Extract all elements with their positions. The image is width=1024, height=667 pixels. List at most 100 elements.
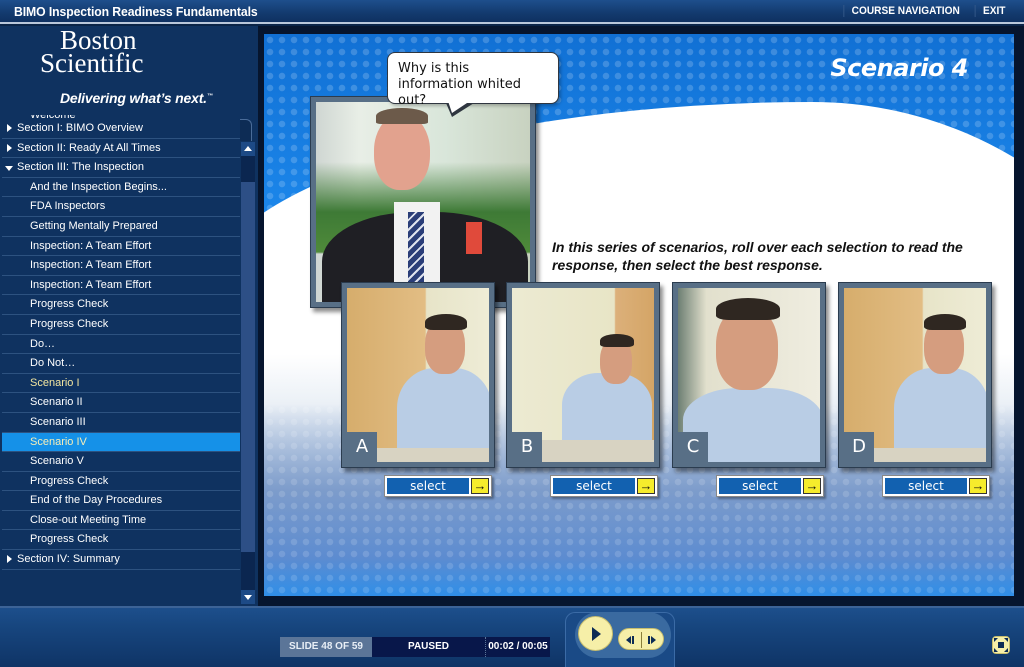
outline-item-label: Scenario I [30,376,80,389]
step-controls [618,628,664,650]
arrow-right-icon: → [969,478,987,494]
inspector-image [316,102,530,302]
slide-title: Scenario 4 [830,54,968,82]
choice-b-photo[interactable]: B [506,282,660,468]
choice-b-image: B [512,288,654,462]
outline-section-item[interactable]: Section II: Ready At All Times [2,139,240,159]
outline-item-label: Progress Check [30,474,109,487]
select-button-a[interactable]: select → [384,475,492,497]
fullscreen-icon[interactable] [992,636,1010,654]
choice-letter: A [347,432,377,462]
outline-item[interactable]: And the Inspection Begins... [2,178,240,198]
outline-item-label: Scenario II [30,396,83,409]
next-slide-icon[interactable] [646,634,660,646]
outline-item-label: Progress Check [30,317,109,330]
outline-item-label: Section III: The Inspection [17,161,144,174]
outline-item-label: Scenario IV [30,435,87,448]
outline-item-label: Section I: BIMO Overview [17,122,143,134]
outline-section-item[interactable]: Section I: BIMO Overview [2,119,240,139]
outline-item[interactable]: Do… [2,335,240,355]
select-button-c[interactable]: select → [716,475,824,497]
choice-c-image: C [678,288,820,462]
speech-bubble-tail [446,101,474,117]
outline-list: Welcome Section I: BIMO OverviewSection … [2,115,240,577]
outline-item[interactable]: End of the Day Procedures [2,491,240,511]
collapsed-arrow-icon[interactable] [7,555,12,564]
select-label: select [553,478,635,494]
collapsed-arrow-icon[interactable] [7,143,12,152]
outline-item[interactable]: Close-out Meeting Time [2,511,240,531]
slide-stage: Scenario 4 Why is this information white… [264,34,1014,596]
outline-item[interactable]: Progress Check [2,295,240,315]
brand-logo: Boston Scientific Delivering what’s next… [0,26,258,118]
expanded-arrow-icon[interactable] [5,166,13,172]
collapsed-arrow-icon[interactable] [7,124,12,132]
outline-item[interactable]: Scenario V [2,452,240,472]
sidebar: Boston Scientific Delivering what’s next… [0,26,258,606]
outline-item-label: Scenario V [30,455,84,468]
arrow-right-icon: → [471,478,489,494]
select-label: select [719,478,801,494]
step-separator [641,632,642,648]
logo-wordmark: Boston Scientific [40,27,200,78]
outline-item[interactable]: Getting Mentally Prepared [2,217,240,237]
outline-item-label: Do… [30,337,56,350]
outline-item-label: Progress Check [30,533,109,546]
trademark-mark: ™ [206,93,213,100]
outline-item-label: Do Not… [30,357,76,370]
tagline-text: Delivering what’s next. [60,90,207,106]
choice-letter: D [844,432,874,462]
outline-item[interactable]: FDA Inspectors [2,197,240,217]
outline-item[interactable]: Inspection: A Team Effort [2,237,240,257]
instructions-text: In this series of scenarios, roll over e… [552,239,963,273]
previous-slide-icon[interactable] [624,634,638,646]
scroll-down-arrow-icon[interactable] [241,590,255,604]
outline-item-label: And the Inspection Begins... [30,180,167,193]
arrow-right-icon: → [803,478,821,494]
select-button-d[interactable]: select → [882,475,990,497]
outline-item[interactable]: Progress Check [2,315,240,335]
scroll-up-arrow-icon[interactable] [241,142,255,156]
playback-status: SLIDE 48 OF 59 PAUSED 00:02 / 00:05 [280,637,550,657]
outline-item[interactable]: Scenario II [2,393,240,413]
select-label: select [387,478,469,494]
choice-c-photo[interactable]: C [672,282,826,468]
outline-item[interactable]: Inspection: A Team Effort [2,276,240,296]
outline-section-item[interactable]: Section III: The Inspection [2,158,240,178]
speech-bubble: Why is this information whited out? [387,52,559,117]
choice-a-photo[interactable]: A [341,282,495,468]
play-icon[interactable] [578,616,613,651]
choice-d-photo[interactable]: D [838,282,992,468]
outline-item[interactable]: Progress Check [2,530,240,551]
choice-d-image: D [844,288,986,462]
outline-item[interactable]: Do Not… [2,354,240,374]
select-label: select [885,478,967,494]
course-title: BIMO Inspection Readiness Fundamentals [14,4,258,19]
title-bar: BIMO Inspection Readiness Fundamentals C… [0,0,1024,24]
choice-a-image: A [347,288,489,462]
inspector-photo [310,96,536,308]
outline-item-label: Inspection: A Team Effort [30,259,152,272]
arrow-right-icon: → [637,478,655,494]
outline-item-label: Section II: Ready At All Times [17,141,161,154]
top-nav: COURSE NAVIGATION EXIT [838,5,1014,17]
scroll-thumb[interactable] [241,182,255,552]
outline-item[interactable]: Progress Check [2,472,240,492]
outline-item-label: Getting Mentally Prepared [30,219,158,232]
outline-item-label: Scenario III [30,415,86,428]
logo-line-2: Scientific [40,48,144,78]
outline-item[interactable]: Scenario IV [2,432,240,453]
outline-item-label: FDA Inspectors [30,200,106,213]
outline-item[interactable]: Inspection: A Team Effort [2,256,240,276]
outline-section-item[interactable]: Section IV: Summary [2,550,240,570]
outline-item-label: End of the Day Procedures [30,494,163,507]
select-button-b[interactable]: select → [550,475,658,497]
playback-time: 00:02 / 00:05 [486,637,550,657]
course-navigation-link[interactable]: COURSE NAVIGATION [843,5,967,17]
outline-scrollbar[interactable] [241,142,255,604]
outline-item-label: Section IV: Summary [17,553,120,566]
outline-item[interactable]: Scenario III [2,413,240,433]
outline-item[interactable]: Scenario I [2,374,240,394]
outline-item-label: Close-out Meeting Time [30,513,147,526]
exit-link[interactable]: EXIT [974,5,1012,17]
